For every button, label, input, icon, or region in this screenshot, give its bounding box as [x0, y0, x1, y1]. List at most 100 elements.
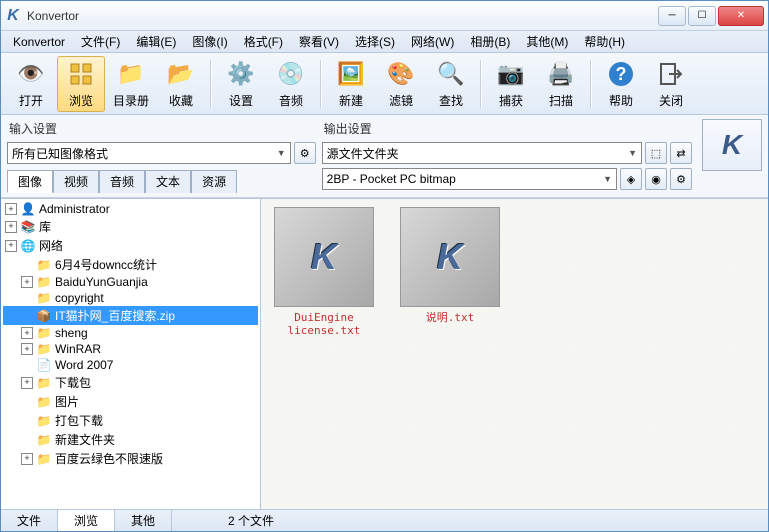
close-app-button[interactable]: 关闭 — [647, 56, 695, 112]
tree-toggle[interactable]: + — [5, 240, 17, 252]
thumbnail-panel[interactable]: KDuiEnginelicense.txtK说明.txt — [261, 199, 768, 509]
filter-icon: 🎨 — [385, 58, 417, 90]
app-window: K Konvertor ─ ☐ ✕ Konvertor 文件(F) 编辑(E) … — [0, 0, 769, 532]
status-tab-file[interactable]: 文件 — [1, 510, 58, 531]
output-opt4-button[interactable]: ◉ — [645, 168, 667, 190]
tree-item[interactable]: 📁打包下载 — [3, 411, 258, 430]
folder-icon: 📁 — [36, 395, 52, 409]
search-icon: 🔍 — [435, 58, 467, 90]
menu-file[interactable]: 文件(F) — [73, 31, 128, 52]
input-config-button[interactable]: ⚙ — [294, 142, 316, 164]
tree-toggle[interactable]: + — [21, 377, 33, 389]
browse-button[interactable]: 浏览 — [57, 56, 105, 112]
tree-item[interactable]: 📄Word 2007 — [3, 357, 258, 373]
word-icon: 📄 — [36, 358, 52, 372]
tree-item[interactable]: +📁BaiduYunGuanjia — [3, 274, 258, 290]
status-tab-other[interactable]: 其他 — [115, 510, 172, 531]
tree-item-label: Word 2007 — [55, 358, 113, 372]
tab-resource[interactable]: 资源 — [191, 170, 237, 193]
menu-network[interactable]: 网络(W) — [403, 31, 462, 52]
menu-album[interactable]: 相册(B) — [462, 31, 518, 52]
folder-icon: 📁 — [36, 452, 52, 466]
zip-icon: 📦 — [36, 309, 52, 323]
tree-toggle[interactable]: + — [5, 203, 17, 215]
tree-item[interactable]: +📁下载包 — [3, 373, 258, 392]
menu-edit[interactable]: 编辑(E) — [128, 31, 184, 52]
folder-tree[interactable]: +👤Administrator+📚库+🌐网络📁6月4号downcc统计+📁Bai… — [1, 199, 261, 509]
filter-button[interactable]: 🎨 滤镜 — [377, 56, 425, 112]
tree-item[interactable]: +👤Administrator — [3, 201, 258, 217]
help-icon: ? — [605, 58, 637, 90]
tree-item[interactable]: +🌐网络 — [3, 236, 258, 255]
help-button[interactable]: ? 帮助 — [597, 56, 645, 112]
app-icon: K — [5, 8, 21, 24]
menu-select[interactable]: 选择(S) — [347, 31, 403, 52]
thumbnail[interactable]: K说明.txt — [395, 207, 505, 324]
minimize-button[interactable]: ─ — [658, 6, 686, 26]
find-button[interactable]: 🔍 查找 — [427, 56, 475, 112]
menu-view[interactable]: 察看(V) — [291, 31, 347, 52]
lib-icon: 📚 — [20, 220, 36, 234]
folder-icon: 📁 — [36, 342, 52, 356]
eye-icon: 👁️ — [15, 58, 47, 90]
output-opt3-button[interactable]: ◈ — [620, 168, 642, 190]
tree-item[interactable]: +📚库 — [3, 217, 258, 236]
tab-audio[interactable]: 音频 — [99, 170, 145, 193]
tree-item[interactable]: +📁百度云绿色不限速版 — [3, 449, 258, 468]
tab-image[interactable]: 图像 — [7, 170, 53, 193]
open-button[interactable]: 👁️ 打开 — [7, 56, 55, 112]
tree-item[interactable]: 📁新建文件夹 — [3, 430, 258, 449]
capture-button[interactable]: 📷 捕获 — [487, 56, 535, 112]
tree-item-label: 下载包 — [55, 374, 91, 391]
tree-item-label: 库 — [39, 218, 51, 235]
menu-other[interactable]: 其他(M) — [518, 31, 576, 52]
output-format-combo[interactable]: 2BP - Pocket PC bitmap ▼ — [322, 168, 617, 190]
disc-icon: 💿 — [275, 58, 307, 90]
tree-toggle[interactable]: + — [21, 343, 33, 355]
tree-item-label: Administrator — [39, 202, 110, 216]
tree-item-label: 6月4号downcc统计 — [55, 256, 157, 273]
tree-item[interactable]: +📁sheng — [3, 325, 258, 341]
output-opt5-button[interactable]: ⚙ — [670, 168, 692, 190]
input-format-combo[interactable]: 所有已知图像格式 ▼ — [7, 142, 291, 164]
tree-toggle[interactable]: + — [21, 453, 33, 465]
thumbnail[interactable]: KDuiEnginelicense.txt — [269, 207, 379, 337]
output-folder-combo[interactable]: 源文件文件夹 ▼ — [322, 142, 642, 164]
menu-format[interactable]: 格式(F) — [236, 31, 291, 52]
tab-text[interactable]: 文本 — [145, 170, 191, 193]
tab-video[interactable]: 视频 — [53, 170, 99, 193]
tree-item-label: sheng — [55, 326, 88, 340]
separator — [480, 60, 482, 108]
audio-button[interactable]: 💿 音频 — [267, 56, 315, 112]
settings-button[interactable]: ⚙️ 设置 — [217, 56, 265, 112]
favorites-button[interactable]: 📂 收藏 — [157, 56, 205, 112]
maximize-button[interactable]: ☐ — [688, 6, 716, 26]
folder-icon: 📁 — [36, 258, 52, 272]
status-tab-browse[interactable]: 浏览 — [58, 510, 115, 531]
thumbnail-label: DuiEnginelicense.txt — [288, 311, 361, 337]
close-button[interactable]: ✕ — [718, 6, 764, 26]
tree-item[interactable]: 📦IT猫扑网_百度搜索.zip — [3, 306, 258, 325]
status-info: 2 个文件 — [212, 510, 290, 531]
separator — [590, 60, 592, 108]
menu-image[interactable]: 图像(I) — [184, 31, 235, 52]
tree-item-label: 图片 — [55, 393, 79, 410]
output-settings-label: 输出设置 — [322, 119, 692, 138]
tree-item[interactable]: +📁WinRAR — [3, 341, 258, 357]
output-opt2-button[interactable]: ⇄ — [670, 142, 692, 164]
catalog-button[interactable]: 📁 目录册 — [107, 56, 155, 112]
tree-toggle[interactable]: + — [21, 327, 33, 339]
tree-item[interactable]: 📁copyright — [3, 290, 258, 306]
new-button[interactable]: 🖼️ 新建 — [327, 56, 375, 112]
menu-help[interactable]: 帮助(H) — [576, 31, 633, 52]
tree-item[interactable]: 📁图片 — [3, 392, 258, 411]
output-opt1-button[interactable]: ⬚ — [645, 142, 667, 164]
toolbar: 👁️ 打开 浏览 📁 目录册 📂 收藏 ⚙️ 设置 💿 音频 🖼️ — [1, 53, 768, 115]
main-area: +👤Administrator+📚库+🌐网络📁6月4号downcc统计+📁Bai… — [1, 198, 768, 509]
scan-button[interactable]: 🖨️ 扫描 — [537, 56, 585, 112]
tree-toggle[interactable]: + — [5, 221, 17, 233]
tree-toggle[interactable]: + — [21, 276, 33, 288]
folder-icon: 📁 — [36, 291, 52, 305]
menu-konvertor[interactable]: Konvertor — [5, 33, 73, 51]
tree-item[interactable]: 📁6月4号downcc统计 — [3, 255, 258, 274]
